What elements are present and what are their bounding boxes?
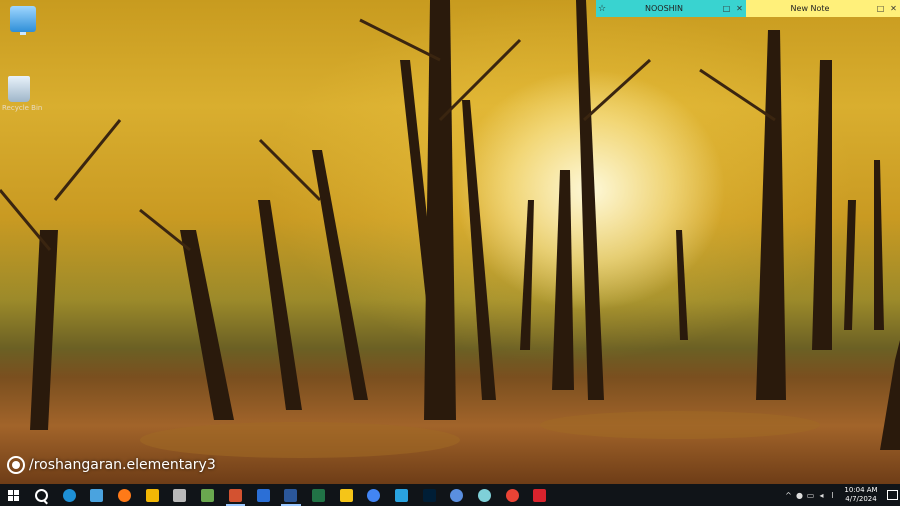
star-icon[interactable]: ☆ [596,4,608,14]
sphere-app-icon [478,488,492,502]
watermark: /roshangaran.elementary3 [7,456,216,474]
start-button[interactable] [0,484,28,506]
taskbar-app-telegram[interactable] [388,484,416,506]
taskbar-app-globe-app[interactable] [443,484,471,506]
edge-icon [62,488,76,502]
file-explorer-yellow-icon [145,488,159,502]
app-tools-icon [201,488,215,502]
system-tray: ^ ● ▭ ◂ ا 10:04 AM 4/7/2024 [783,484,900,506]
photoshop-icon [422,488,436,502]
search-icon [35,488,49,502]
taskbar-app-sphere-app[interactable] [471,484,499,506]
taskbar-app-app-tools[interactable] [194,484,222,506]
sticky-note-new-note[interactable]: New Note □ ✕ [746,0,900,17]
taskbar-app-file-explorer[interactable] [332,484,360,506]
taskbar-app-powerpoint[interactable] [222,484,250,506]
maximize-icon[interactable]: □ [720,4,733,13]
acrobat-icon [533,488,547,502]
sticky-note-nooshin[interactable]: ☆ NOOSHIN □ ✕ [596,0,746,17]
taskbar-app-edge[interactable] [55,484,83,506]
taskbar-app-chrome-2[interactable] [498,484,526,506]
forest-wallpaper [0,0,900,458]
pinned-apps [55,484,553,506]
taskbar-app-settings-app[interactable] [249,484,277,506]
media-player-icon [173,488,187,502]
clock-time: 10:04 AM [844,486,878,494]
taskbar-app-file-explorer-yellow[interactable] [138,484,166,506]
language-icon[interactable]: ا [827,491,838,500]
microphone-icon[interactable]: ● [794,491,805,500]
chrome-2-icon [505,488,519,502]
notification-icon [886,490,898,500]
volume-icon[interactable]: ◂ [816,491,827,500]
taskbar-app-firefox[interactable] [111,484,139,506]
notification-button[interactable] [884,484,900,506]
taskbar-app-word[interactable] [277,484,305,506]
desktop: Recycle Bin /roshangaran.elementary3 [0,0,900,484]
clock-date: 4/7/2024 [845,495,877,503]
telegram-icon [394,488,408,502]
maximize-icon[interactable]: □ [874,4,887,13]
clock[interactable]: 10:04 AM 4/7/2024 [841,486,881,504]
taskbar-app-acrobat[interactable] [526,484,554,506]
recycle-bin-label: Recycle Bin [2,104,43,112]
chrome-icon [367,488,381,502]
sticky-note-title: New Note [790,4,830,13]
watermark-text: /roshangaran.elementary3 [29,457,216,473]
taskbar-app-photoshop[interactable] [415,484,443,506]
instagram-icon [7,456,25,474]
taskbar-app-media-player[interactable] [166,484,194,506]
globe-app-icon [450,488,464,502]
sticky-note-title: NOOSHIN [644,4,683,13]
powerpoint-icon [228,488,242,502]
taskbar-app-control-panel[interactable] [83,484,111,506]
word-icon [284,488,298,502]
control-panel-icon [90,488,104,502]
windows-icon [8,489,20,501]
file-explorer-icon [339,488,353,502]
network-icon[interactable]: ▭ [805,491,816,500]
firefox-icon [118,488,132,502]
taskbar: ^ ● ▭ ◂ ا 10:04 AM 4/7/2024 [0,484,900,506]
close-icon[interactable]: ✕ [733,4,746,13]
taskbar-app-chrome[interactable] [360,484,388,506]
excel-icon [311,488,325,502]
settings-app-icon [256,488,270,502]
search-button[interactable] [28,484,56,506]
chevron-up-icon[interactable]: ^ [783,491,794,500]
this-pc-icon[interactable] [10,6,36,35]
close-icon[interactable]: ✕ [887,4,900,13]
taskbar-app-excel[interactable] [305,484,333,506]
recycle-bin-icon[interactable] [8,76,30,102]
